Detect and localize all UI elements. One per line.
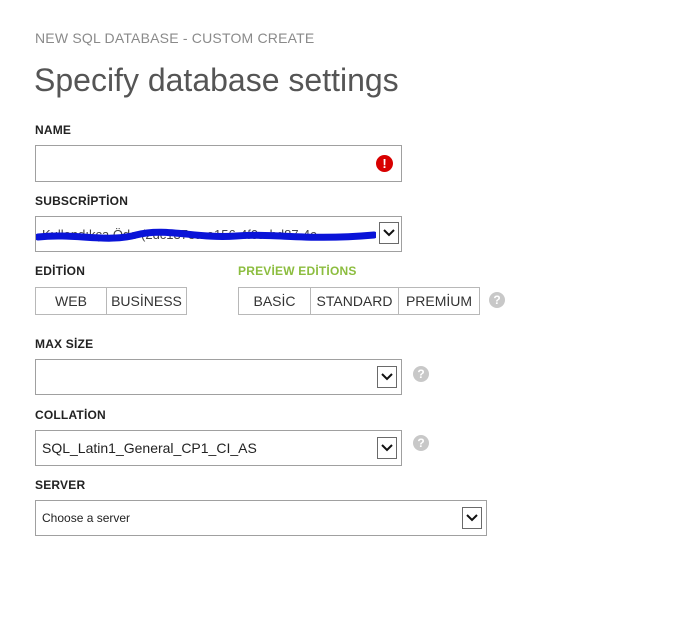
server-select[interactable]: Choose a server	[35, 500, 487, 536]
subscription-label: SUBSCRİPTİON	[35, 194, 129, 208]
collation-select[interactable]: SQL_Latin1_General_CP1_CI_AS	[35, 430, 402, 466]
server-value: Choose a server	[42, 511, 131, 525]
help-icon[interactable]: ?	[489, 292, 505, 308]
help-icon[interactable]: ?	[413, 366, 429, 382]
server-label: SERVER	[35, 478, 86, 492]
edition-premium-option[interactable]: PREMİUM	[399, 288, 479, 314]
redaction-scribble	[36, 228, 376, 242]
preview-editions-toggle[interactable]: BASİC STANDARD PREMİUM	[238, 287, 480, 315]
edition-web-option[interactable]: WEB	[36, 288, 107, 314]
chevron-down-icon[interactable]	[379, 222, 399, 244]
chevron-down-icon[interactable]	[462, 507, 482, 529]
exclamation-icon: !	[376, 155, 393, 172]
help-icon[interactable]: ?	[413, 435, 429, 451]
preview-editions-label: PREVİEW EDİTİONS	[238, 264, 357, 278]
name-label: NAME	[35, 123, 72, 137]
edition-standard-option[interactable]: STANDARD	[311, 288, 399, 314]
name-field[interactable]: !	[35, 145, 402, 182]
collation-value: SQL_Latin1_General_CP1_CI_AS	[42, 440, 257, 456]
edition-business-option[interactable]: BUSİNESS	[107, 288, 186, 314]
edition-toggle[interactable]: WEB BUSİNESS	[35, 287, 187, 315]
name-input[interactable]	[40, 150, 364, 179]
collation-label: COLLATİON	[35, 408, 106, 422]
edition-label: EDİTİON	[35, 264, 86, 278]
max-size-label: MAX SİZE	[35, 337, 94, 351]
wizard-title: NEW SQL DATABASE - CUSTOM CREATE	[35, 30, 315, 46]
edition-basic-option[interactable]: BASİC	[239, 288, 311, 314]
chevron-down-icon[interactable]	[377, 366, 397, 388]
chevron-down-icon[interactable]	[377, 437, 397, 459]
subscription-select[interactable]: Kullandıkça Öde (2dc137ea-a156-4f0a-bd87…	[35, 216, 402, 252]
page-title: Specify database settings	[34, 62, 399, 98]
max-size-select[interactable]	[35, 359, 402, 395]
